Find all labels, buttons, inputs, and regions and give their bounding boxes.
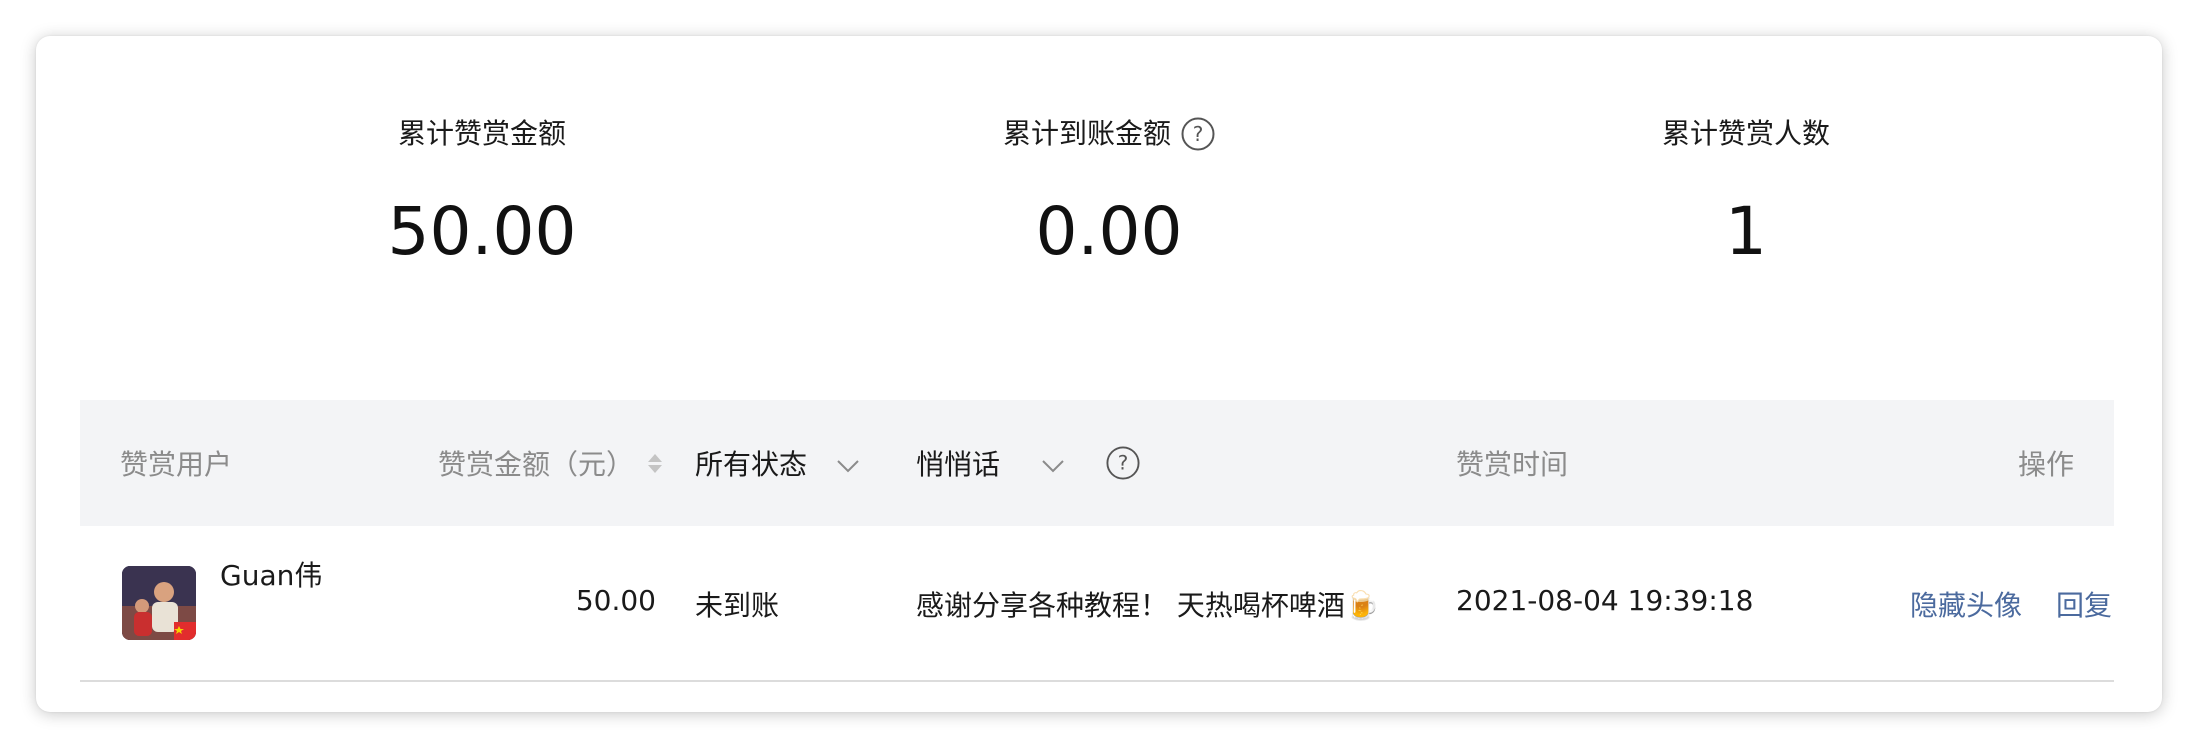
table-row: Guan伟 50.00 未到账 感谢分享各种教程！ 天热喝杯啤酒🍺 2021-0… xyxy=(80,526,2114,682)
reward-time: 2021-08-04 19:39:18 xyxy=(1456,584,1754,617)
stat-received-amount-label: 累计到账金额 xyxy=(1002,117,1171,150)
user-name: Guan伟 xyxy=(220,559,323,592)
whisper-message: 感谢分享各种教程！ 天热喝杯啤酒🍺 xyxy=(916,589,1380,622)
chevron-down-icon xyxy=(837,447,859,480)
header-action: 操作 xyxy=(2017,448,2074,481)
stat-reward-count-value: 1 xyxy=(1725,193,1767,270)
chevron-down-icon xyxy=(1042,447,1064,480)
status-filter-label: 所有状态 xyxy=(695,448,808,481)
avatar xyxy=(122,566,196,640)
svg-text:?: ? xyxy=(1193,122,1204,146)
stat-total-reward-label: 累计赞赏金额 xyxy=(397,117,566,150)
question-circle-icon[interactable]: ? xyxy=(1106,446,1140,480)
reward-summary-card: 累计赞赏金额 50.00 累计到账金额 ? 0.00 累计赞赏人数 1 赞赏用户… xyxy=(36,36,2162,712)
header-amount-label: 赞赏金额（元） xyxy=(438,448,635,481)
reward-amount: 50.00 xyxy=(575,584,656,617)
svg-text:?: ? xyxy=(1118,452,1129,475)
stat-received-amount: 累计到账金额 ? 0.00 xyxy=(859,114,1359,272)
header-user: 赞赏用户 xyxy=(120,448,233,481)
status-filter-dropdown[interactable]: 所有状态 xyxy=(695,400,859,526)
hide-avatar-link[interactable]: 隐藏头像 xyxy=(1910,584,2022,624)
whisper-filter-label: 悄悄话 xyxy=(916,448,1001,481)
question-circle-icon[interactable]: ? xyxy=(1181,117,1215,151)
stat-total-reward-value: 50.00 xyxy=(387,193,577,270)
stat-total-reward: 累计赞赏金额 50.00 xyxy=(232,114,732,272)
whisper-filter-dropdown[interactable]: 悄悄话 ? xyxy=(916,400,1140,526)
stat-received-amount-header: 累计到账金额 ? xyxy=(1003,114,1215,154)
table-header: 赞赏用户 赞赏金额（元） 所有状态 悄悄话 ? 赞赏时间 操作 xyxy=(80,400,2114,526)
header-time: 赞赏时间 xyxy=(1456,448,1569,481)
stat-reward-count-label: 累计赞赏人数 xyxy=(1661,117,1830,150)
sort-icon[interactable] xyxy=(648,453,663,473)
header-amount-sortable[interactable]: 赞赏金额（元） xyxy=(438,400,663,526)
stat-reward-count: 累计赞赏人数 1 xyxy=(1496,114,1996,272)
reply-link[interactable]: 回复 xyxy=(2056,584,2112,624)
reward-status: 未到账 xyxy=(695,589,780,622)
stat-received-amount-value: 0.00 xyxy=(1035,193,1183,270)
